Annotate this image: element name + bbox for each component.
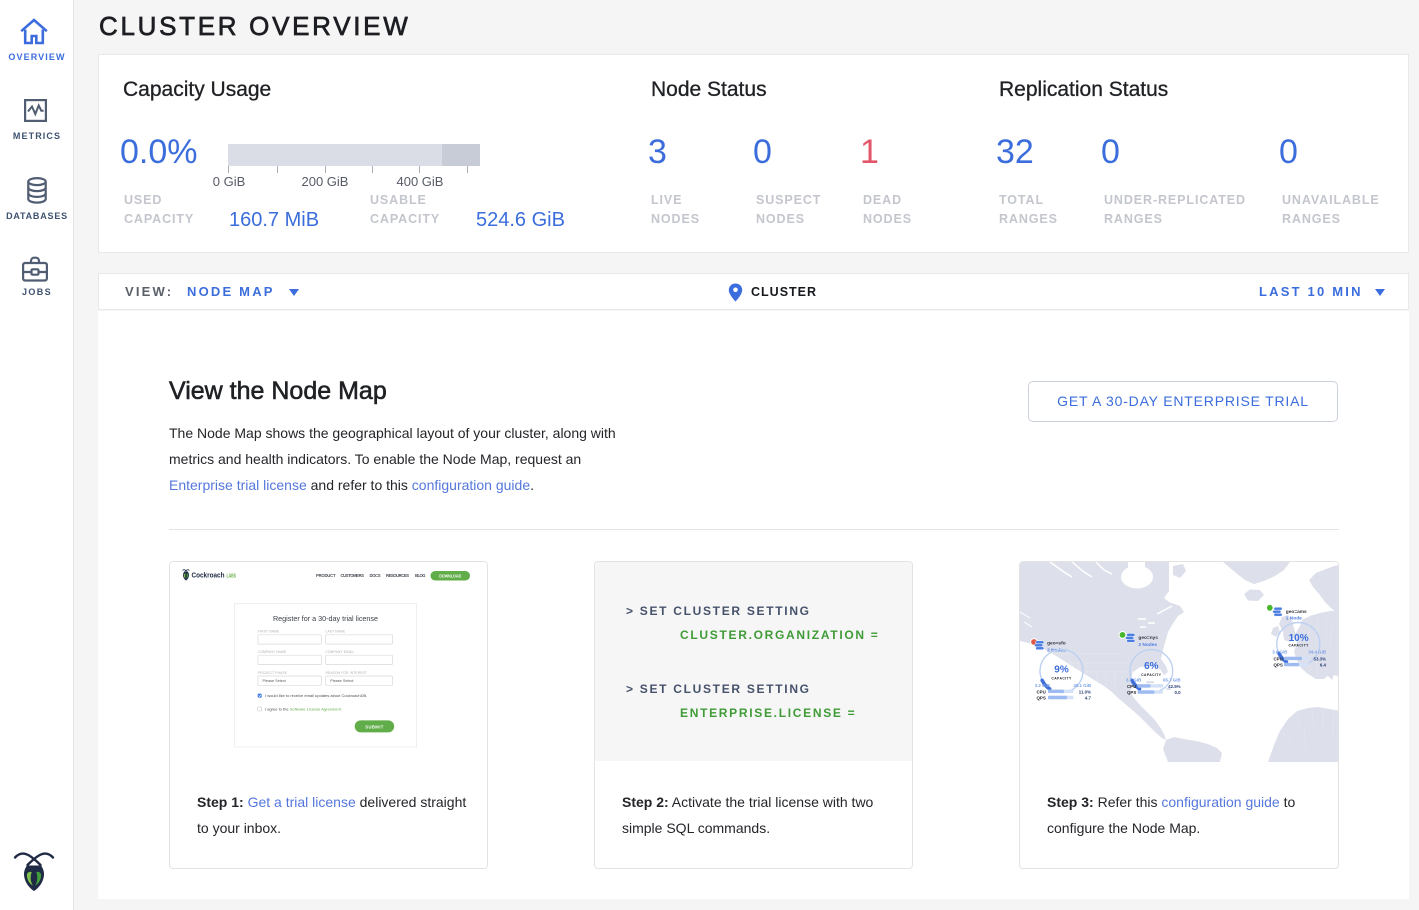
svg-text:Please Select: Please Select [330,679,354,683]
svg-text:COMPANY EMAIL: COMPANY EMAIL [326,650,355,654]
svg-text:1 Node: 1 Node [1286,616,1302,622]
svg-text:CPU: CPU [1127,684,1136,689]
svg-text:53.3%: 53.3% [1314,657,1327,662]
svg-text:2 Nodes: 2 Nodes [1138,642,1157,648]
svg-text:0.0: 0.0 [1174,690,1181,695]
svg-text:PRODUCT: PRODUCT [316,573,336,578]
svg-text:SUBMIT: SUBMIT [365,724,383,729]
svg-text:3.2 GiB: 3.2 GiB [1035,683,1050,688]
svg-text:CUSTOMERS: CUSTOMERS [341,573,365,578]
svg-text:34.4 GiB: 34.4 GiB [1308,650,1326,655]
svg-text:RESOURCES: RESOURCES [386,573,409,578]
svg-text:REASON FOR INTEREST: REASON FOR INTEREST [326,671,368,675]
svg-text:CAPACITY: CAPACITY [1141,673,1162,677]
svg-text:9%: 9% [1054,665,1069,676]
svg-text:CAPACITY: CAPACITY [1288,644,1309,648]
svg-text:Register for a 30-day trial li: Register for a 30-day trial license [273,614,378,623]
svg-text:10%: 10% [1289,633,1309,644]
svg-text:4.7: 4.7 [1085,696,1092,701]
svg-text:geo=sfo: geo=sfo [1047,641,1066,647]
svg-text:6%: 6% [1144,661,1159,672]
svg-text:Please Select: Please Select [263,679,287,683]
svg-text:COMPANY NAME: COMPANY NAME [258,650,286,654]
svg-text:QPS: QPS [1037,696,1046,701]
svg-text:3.7 GiB: 3.7 GiB [1126,677,1141,682]
svg-text:FIRST NAME: FIRST NAME [258,630,279,634]
svg-text:42.5%: 42.5% [1168,684,1181,689]
svg-text:LABS: LABS [227,573,237,579]
svg-text:geo=ams: geo=ams [1286,610,1307,615]
svg-text:11.0%: 11.0% [1079,689,1091,694]
svg-text:geo=nyc: geo=nyc [1138,636,1158,641]
svg-text:PROJECT PHASE: PROJECT PHASE [258,671,287,675]
svg-text:CPU: CPU [1274,657,1283,662]
svg-text:QPS: QPS [1127,690,1136,695]
svg-text:6.4: 6.4 [1320,663,1327,668]
svg-text:DOCS: DOCS [370,573,381,578]
svg-text:I agree to the Software Licens: I agree to the Software License Agreemen… [265,707,342,712]
svg-text:35.1 GiB: 35.1 GiB [1073,683,1091,688]
svg-text:DOWNLOAD: DOWNLOAD [439,573,461,578]
svg-text:BLOG: BLOG [415,573,426,578]
svg-text:3.6 GiB: 3.6 GiB [1272,650,1287,655]
svg-text:65.7 GiB: 65.7 GiB [1163,677,1181,682]
svg-text:QPS: QPS [1274,663,1283,668]
svg-text:CAPACITY: CAPACITY [1051,676,1072,680]
svg-text:CPU: CPU [1037,689,1046,694]
svg-text:I would like to receive email: I would like to receive email updates ab… [265,693,367,698]
svg-text:LAST NAME: LAST NAME [326,630,346,634]
svg-text:Cockroach: Cockroach [192,571,225,580]
